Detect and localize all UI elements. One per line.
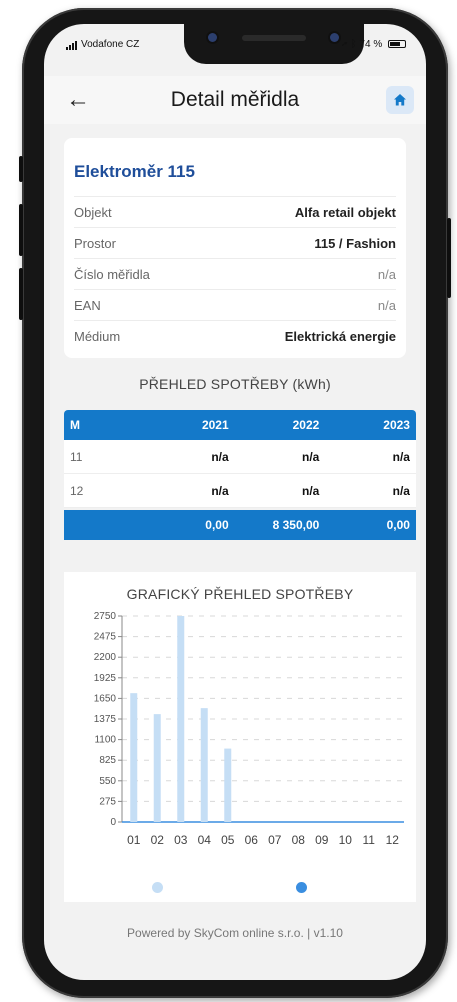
column-header: 2021: [201, 418, 229, 432]
x-tick-label: 11: [363, 833, 376, 847]
info-label: Objekt: [74, 204, 112, 220]
y-tick-label: 275: [99, 796, 116, 807]
info-value: 115 / Fashion: [314, 235, 396, 251]
x-tick-label: 06: [245, 833, 259, 847]
total-cell: 0,00: [386, 518, 410, 532]
bar-01: [130, 693, 138, 822]
y-tick-label: 2200: [94, 652, 117, 663]
consumption-title: PŘEHLED SPOTŘEBY (kWh): [139, 376, 331, 392]
y-tick-label: 825: [99, 755, 116, 766]
chart-title: GRAFICKÝ PŘEHLED SPOTŘEBY: [126, 586, 354, 602]
column-header: M: [70, 418, 80, 432]
y-tick-label: 1925: [94, 673, 117, 684]
info-row-cislo-meridla: Číslo měřidla n/a: [74, 258, 396, 289]
battery-icon: [388, 40, 406, 49]
meter-info-list: Objekt Alfa retail objekt Prostor 115 / …: [74, 196, 396, 351]
y-tick-label: 1375: [94, 714, 117, 725]
bar-02: [153, 714, 161, 822]
y-tick-label: 550: [99, 776, 116, 787]
x-tick-label: 10: [339, 833, 353, 847]
power-button: [447, 218, 451, 298]
total-cell: 8 350,00: [272, 518, 320, 532]
x-tick-label: 09: [315, 833, 329, 847]
info-row-ean: EAN n/a: [74, 289, 396, 320]
bar-03: [177, 616, 185, 822]
y-tick-label: 2475: [94, 632, 117, 643]
footer-text: Powered by SkyCom online s.r.o. | v1.10: [127, 926, 343, 940]
table-cell: n/a: [211, 449, 229, 464]
pager-dot-2[interactable]: [296, 882, 307, 893]
consumption-bar-chart: 2750247522001925165013751100825550275001…: [94, 611, 404, 847]
chart-card: GRAFICKÝ PŘEHLED SPOTŘEBY 2750 2475 2200 19…: [64, 572, 416, 902]
table-row: 11 n/a n/a n/a: [64, 440, 416, 474]
x-tick-label: 08: [292, 833, 306, 847]
info-value: n/a: [377, 266, 396, 282]
table-cell: 11: [70, 449, 83, 464]
info-value: n/a: [377, 297, 396, 313]
info-label: Prostor: [74, 235, 116, 251]
bar-04: [200, 708, 208, 822]
table-cell: n/a: [211, 483, 229, 498]
info-label: Médium: [74, 328, 121, 344]
info-label: EAN: [74, 297, 101, 313]
info-row-prostor: Prostor 115 / Fashion: [74, 227, 396, 258]
app-screen: Vodafone CZ ➚ ᛒ 74 % ← Detail měřidla El…: [44, 24, 426, 980]
home-button[interactable]: [386, 86, 414, 114]
table-cell: n/a: [301, 483, 320, 498]
app-bar: ← Detail měřidla: [44, 76, 426, 124]
location-icon: ➚: [341, 39, 348, 50]
x-tick-label: 07: [268, 833, 282, 847]
x-tick-label: 12: [386, 833, 400, 847]
x-tick-label: 01: [127, 833, 141, 847]
x-tick-label: 02: [151, 833, 165, 847]
bluetooth-icon: ᛒ: [350, 39, 357, 50]
status-right: ➚ ᛒ 74 %: [342, 39, 406, 50]
y-tick-label: 2750: [94, 611, 117, 622]
x-tick-label: 04: [198, 833, 212, 847]
meter-name: Elektroměr 115: [74, 162, 195, 181]
carrier-name: Vodafone CZ: [81, 39, 140, 50]
info-label: Číslo měřidla: [74, 266, 150, 282]
page-title: Detail měřidla: [170, 88, 300, 111]
battery-percent: 74 %: [359, 39, 383, 50]
y-tick-label: 1100: [94, 735, 116, 746]
carrier: Vodafone CZ: [66, 39, 139, 50]
table-totals: 0,00 8 350,00 0,00: [64, 510, 416, 540]
column-header: 2022: [292, 418, 320, 432]
column-header: 2023: [383, 418, 410, 432]
table-cell: n/a: [392, 449, 410, 464]
y-tick-label: 1650: [94, 693, 117, 704]
pager-dot-1[interactable]: [152, 882, 163, 893]
info-value: Elektrická energie: [284, 328, 396, 344]
table-header: M 2021 2022 2023: [64, 410, 416, 440]
table-cell: n/a: [301, 449, 320, 464]
volume-up-button: [19, 204, 23, 256]
bar-05: [224, 748, 232, 822]
x-tick-label: 03: [174, 833, 188, 847]
info-row-objekt: Objekt Alfa retail objekt: [74, 196, 396, 227]
signal-icon: [66, 39, 78, 50]
table-row: 12 n/a n/a n/a: [64, 474, 416, 508]
x-tick-label: 05: [221, 833, 235, 847]
mute-switch: [19, 156, 23, 182]
meter-card: Elektroměr 115 Objekt Alfa retail objekt…: [64, 138, 406, 358]
status-bar: Vodafone CZ ➚ ᛒ 74 %: [44, 24, 426, 64]
table-cell: n/a: [392, 483, 410, 498]
consumption-table: M 2021 2022 2023 11 n/a n/a n/a 12 n/a n…: [64, 410, 416, 540]
info-value: Alfa retail objekt: [294, 204, 396, 220]
info-row-medium: Médium Elektrická energie: [74, 320, 396, 351]
volume-down-button: [19, 268, 23, 320]
y-tick-label: 0: [110, 817, 116, 828]
home-icon: [394, 94, 406, 106]
total-cell: 0,00: [205, 518, 229, 532]
table-cell: 12: [70, 483, 84, 498]
